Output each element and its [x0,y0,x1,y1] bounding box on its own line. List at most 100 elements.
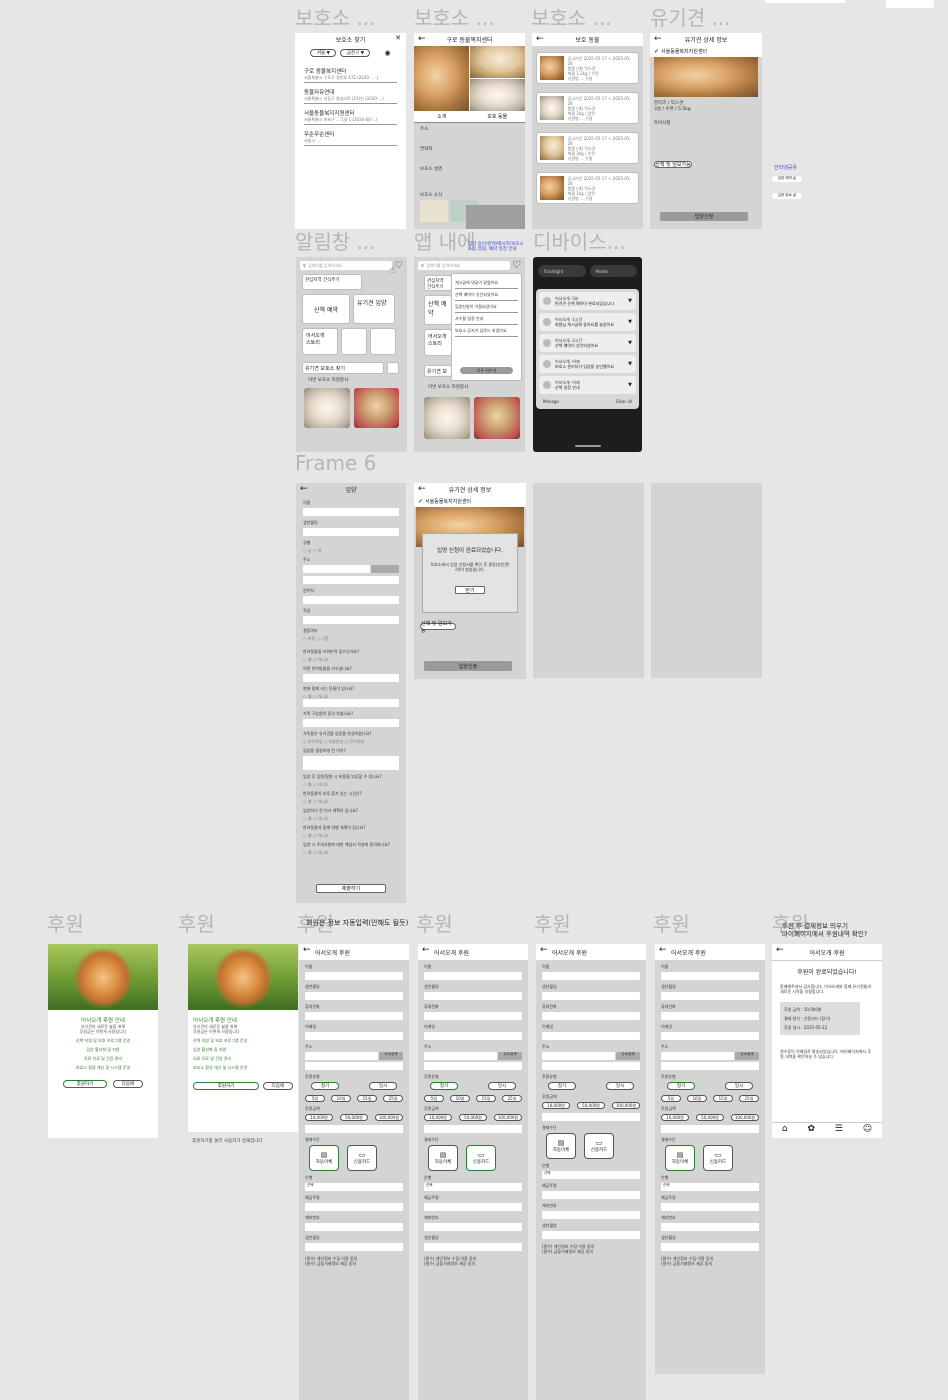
amount-chip[interactable]: 50,000원 [696,1114,724,1121]
heart-icon[interactable]: ♡ [512,260,521,270]
list-item[interactable]: 서울동물복지지원센터 서울특별시 마포구 ... 1길 1 (2030-00-..… [304,107,397,125]
location-icon[interactable]: ◉ [384,49,390,57]
radio-group[interactable]: ○ 모두찬성 ○ 부분찬성 ○ 모두반대 [303,739,399,744]
auto-transfer-option[interactable]: ▤ 자동이체 [546,1133,576,1159]
phone-field[interactable] [303,596,399,604]
address-field[interactable] [303,565,370,573]
amount-chip[interactable]: 50,000원 [340,1114,368,1121]
address-search-button[interactable]: 주소검색 [379,1052,403,1060]
back-icon[interactable]: ← [536,34,544,44]
amount-chip[interactable]: 100,000원 [494,1114,522,1121]
walk-card[interactable]: 산책 예약 [302,294,350,324]
address-field[interactable] [305,1052,378,1060]
custom-amount-field[interactable] [661,1125,759,1133]
birth-field[interactable] [303,528,399,536]
day-chip[interactable]: 5일 [305,1095,325,1102]
day-chip[interactable]: 5일 [424,1095,444,1102]
animal-card[interactable]: 공고기간 2025-05-17 ~ 2025-05-26 품종 (개) 믹스견 체중… [536,132,639,164]
custom-amount-field[interactable] [542,1113,640,1121]
manage-button[interactable]: Manage [543,399,559,404]
holder-field[interactable] [305,1203,403,1211]
address-search-button[interactable]: 주소검색 [735,1052,759,1060]
dog-photo[interactable] [474,397,520,439]
user-icon[interactable]: ☺ [863,1124,872,1134]
yes-no-radio[interactable]: ○ 예 ○ 아니오 [303,850,399,855]
name-field[interactable] [661,972,759,980]
district-select[interactable]: 금천구 ▼ [340,49,371,57]
dog-photo[interactable] [353,387,399,428]
back-icon[interactable]: ← [418,34,426,44]
bank-select[interactable]: 선택 [305,1183,403,1191]
address-field[interactable] [542,1052,615,1060]
close-button[interactable]: 닫기 [455,586,485,594]
yes-no-radio[interactable]: ○ 예 ○ 아니오 [303,833,399,838]
day-chip[interactable]: 25일 [383,1095,403,1102]
bank-select[interactable]: 선택 [661,1183,759,1191]
email-field[interactable] [424,1032,522,1040]
search-input[interactable]: ⚲ 검색어를 입력하세요 [418,261,511,270]
city-select[interactable]: 서울 ▼ [310,49,337,57]
address-detail-field[interactable] [305,1062,403,1070]
animal-card[interactable]: 공고기간 2025-05-17 ~ 2025-05-26 품종 (개) 믹스견 체중… [536,172,639,204]
day-chip[interactable]: 15일 [357,1095,377,1102]
answer-field[interactable] [303,719,399,727]
search-input[interactable]: ⚲ 검색어를 입력하세요 [300,261,393,270]
card-option[interactable]: ▭ 신용카드 [584,1133,614,1159]
flashlight-toggle[interactable]: Flashlight [538,265,586,277]
agree-checkbox[interactable]: (필수) 금융거래정보 제공 동의 [305,1261,403,1266]
empty-card[interactable] [387,362,399,374]
amount-chip[interactable]: 100,000원 [612,1102,640,1109]
address-detail-field[interactable] [661,1062,759,1070]
holder-field[interactable] [661,1203,759,1211]
submit-button[interactable]: 제출하기 [316,884,386,893]
amount-chip[interactable]: 100,000원 [375,1114,403,1121]
yes-no-radio[interactable]: ○ 예 ○ 아니오 [303,657,399,662]
regular-chip[interactable]: 정기 [667,1082,695,1090]
birth2-field[interactable] [661,1243,759,1251]
phone-field[interactable] [542,1012,640,1020]
email-field[interactable] [305,1032,403,1040]
account-field[interactable] [542,1211,640,1219]
card-option[interactable]: ▭ 신용카드 [703,1145,733,1171]
yes-no-radio[interactable]: ○ 예 ○ 아니오 [303,816,399,821]
close-icon[interactable]: ✕ [395,34,401,42]
address-detail-field[interactable] [303,576,399,584]
address-detail-field[interactable] [542,1062,640,1070]
birth2-field[interactable] [305,1243,403,1251]
amount-chip[interactable]: 10,000원 [661,1114,689,1121]
answer-field[interactable] [303,674,399,682]
job-field[interactable] [303,616,399,624]
agree-checkbox[interactable]: (필수) 금융거래정보 제공 동의 [424,1261,522,1266]
amount-chip[interactable]: 10,000원 [305,1114,333,1121]
day-chip[interactable]: 15일 [476,1095,496,1102]
name-field[interactable] [305,972,403,980]
agree-checkbox[interactable]: (필수) 금융거래정보 제공 동의 [542,1249,640,1254]
home-icon[interactable]: ⌂ [782,1124,788,1134]
back-icon[interactable]: ← [659,945,667,955]
dog-photo[interactable] [424,397,470,439]
phone-field[interactable] [424,1012,522,1020]
notification-item[interactable]: 사수할 일정 안내 [455,313,518,325]
address-detail-field[interactable] [424,1062,522,1070]
tab-intro[interactable]: 소개 [414,111,470,122]
bank-select[interactable]: 선택 [542,1171,640,1179]
amount-chip[interactable]: 50,000원 [577,1102,605,1109]
address-field[interactable] [661,1052,734,1060]
amount-chip[interactable]: 100,000원 [731,1114,759,1121]
clear-all-button[interactable]: Clear all [616,399,632,404]
back-icon[interactable]: ← [540,945,548,955]
radio-group[interactable]: ○ 예 ○ 아니오 [303,799,399,804]
email-field[interactable] [661,1032,759,1040]
recent-card[interactable]: 관심지역 간식주기 [424,275,452,291]
day-chip[interactable]: 15일 [713,1095,733,1102]
phone-field[interactable] [661,1012,759,1020]
phone-field[interactable] [305,1012,403,1020]
modes-toggle[interactable]: Modes [589,265,637,277]
address-search-button[interactable] [371,565,399,573]
back-icon[interactable]: ← [654,34,662,44]
holder-field[interactable] [542,1191,640,1199]
walk-card[interactable]: 산책 예약 [424,295,452,325]
empty-card[interactable] [341,328,367,355]
birth2-field[interactable] [542,1231,640,1239]
back-icon[interactable]: ← [418,484,426,494]
